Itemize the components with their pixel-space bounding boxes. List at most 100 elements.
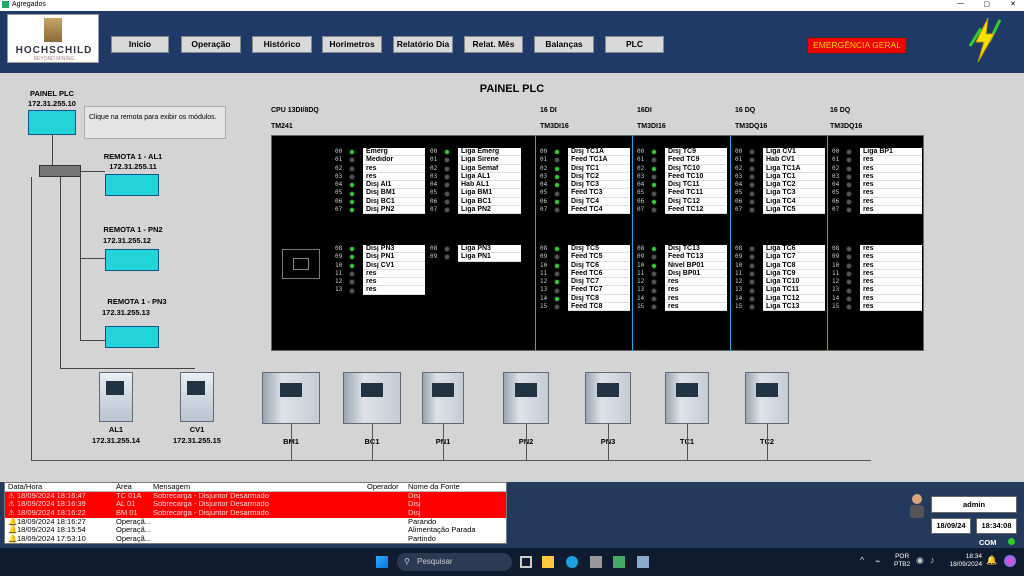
- io-status-led: [846, 198, 852, 205]
- app-icon: [2, 1, 9, 8]
- io-channel-number: 05: [335, 189, 343, 197]
- io-tag: Disj TC1A: [568, 148, 630, 157]
- io-tag: Disj PN3: [363, 245, 425, 254]
- store-icon[interactable]: [590, 556, 602, 568]
- drive-bc1[interactable]: [343, 372, 401, 424]
- io-channel-number: 02: [335, 164, 343, 172]
- io-status-led: [444, 174, 450, 181]
- io-channel-number: 10: [540, 261, 548, 269]
- alarm-table[interactable]: Data/Hora Área Mensagem Operador Nome da…: [4, 482, 507, 544]
- io-channel-number: 08: [335, 245, 343, 252]
- io-tag: res: [860, 253, 922, 262]
- scada-app-icon[interactable]: [637, 556, 649, 568]
- io-status-led: [846, 207, 852, 214]
- page-title: PAINEL PLC: [479, 83, 545, 95]
- search-box[interactable]: ⚲ Pesquisar: [397, 553, 512, 571]
- io-channel-number: 12: [540, 278, 548, 286]
- io-channel-number: 13: [335, 286, 343, 294]
- alarm-row[interactable]: 🔔 18/09/2024 17:53:10 Operaçã... Partindo: [5, 534, 506, 543]
- io-tag-list: Disj PN3 Disj PN1 Disj CV1 res res res: [363, 245, 425, 295]
- io-channel-number: 00: [832, 148, 840, 155]
- plc-module[interactable]: [28, 110, 76, 135]
- io-channel-number: 10: [335, 261, 343, 269]
- io-status-led: [349, 190, 355, 197]
- drive-al1[interactable]: [99, 372, 133, 422]
- nav-relat-mes-button[interactable]: Relat. Mês: [464, 36, 523, 53]
- io-tag: Liga TC1: [763, 173, 825, 182]
- link-line: [31, 177, 32, 460]
- io-status-led: [846, 279, 852, 286]
- drive-tc2[interactable]: [745, 372, 789, 424]
- io-channel-number: 00: [540, 148, 548, 155]
- remota1-module[interactable]: [105, 174, 159, 196]
- nav-relatorio-dia-button[interactable]: Relatório Dia: [393, 36, 453, 53]
- volume-icon[interactable]: ♪: [930, 555, 935, 565]
- io-status-led: [554, 246, 560, 253]
- drive-tc1[interactable]: [665, 372, 709, 424]
- io-channel-numbers: 00 01 02 03 04 05 06 07: [735, 148, 742, 214]
- io-channel-number: 11: [335, 269, 343, 277]
- drive-bm1[interactable]: [262, 372, 320, 424]
- emergency-button[interactable]: EMERGÊNCIA GERAL: [807, 37, 907, 54]
- io-tag: res: [363, 270, 425, 279]
- io-tag: Feed TC12: [665, 206, 727, 215]
- task-view-icon[interactable]: [520, 556, 532, 568]
- io-tag: res: [860, 262, 922, 270]
- drive-pn1[interactable]: [422, 372, 464, 424]
- file-explorer-icon[interactable]: [542, 556, 554, 568]
- nav-plc-button[interactable]: PLC: [605, 36, 664, 53]
- link-line: [80, 171, 81, 341]
- nav-balancas-button[interactable]: Balanças: [534, 36, 594, 53]
- io-tag: Liga TC4: [763, 198, 825, 207]
- io-channel-number: 14: [637, 294, 645, 302]
- wifi-icon[interactable]: ◉: [916, 555, 924, 566]
- link-line: [52, 135, 53, 165]
- notification-bell-icon[interactable]: 🔔: [986, 555, 997, 566]
- io-channel-numbers: 08 09 10 11 12 13 14 15: [735, 245, 742, 311]
- maximize-icon[interactable]: ▢: [983, 0, 990, 8]
- network-switch: [39, 165, 81, 177]
- nav-inicio-button[interactable]: Inicio: [111, 36, 169, 53]
- drive-pn3[interactable]: [585, 372, 631, 424]
- io-status-led: [554, 262, 560, 269]
- minimize-icon[interactable]: —: [957, 0, 964, 7]
- remota2-module[interactable]: [105, 249, 159, 271]
- close-icon[interactable]: ✕: [1010, 0, 1016, 8]
- edge-icon[interactable]: [566, 556, 578, 568]
- drive-pn2[interactable]: [503, 372, 549, 424]
- link-line: [60, 177, 61, 369]
- com-status-led: [1008, 538, 1015, 545]
- drive-cv1[interactable]: [180, 372, 214, 422]
- io-status-led: [444, 157, 450, 164]
- io-status-led: [651, 165, 657, 172]
- language-indicator[interactable]: POR PTB2: [894, 553, 910, 569]
- io-channel-number: 03: [735, 172, 743, 180]
- network-icon[interactable]: ⌁: [875, 556, 880, 567]
- io-tag: Disj TC13: [665, 245, 727, 254]
- io-channel-number: 13: [832, 286, 840, 294]
- nav-operacao-button[interactable]: Operação: [181, 36, 241, 53]
- remota1-label: REMOTA 1 - AL1: [103, 152, 163, 161]
- io-tag: res: [860, 286, 922, 295]
- io-status-led: [349, 157, 355, 164]
- io-tag: Disj TC4: [568, 198, 630, 207]
- copilot-icon[interactable]: [1004, 555, 1016, 567]
- io-tag: Disj CV1: [363, 262, 425, 270]
- nav-horimetros-button[interactable]: Horimetros: [322, 36, 382, 53]
- nav-historico-button[interactable]: Histórico: [252, 36, 312, 53]
- io-status-led: [651, 246, 657, 253]
- io-channel-number: 15: [540, 303, 548, 311]
- start-icon[interactable]: [376, 556, 388, 568]
- io-status-led: [651, 271, 657, 278]
- remota2-ip: 172.31.255.12: [103, 236, 151, 245]
- io-channel-numbers: 08 09 10 11 12 13 14 15: [832, 245, 839, 311]
- app-icon[interactable]: [613, 556, 625, 568]
- taskbar-clock[interactable]: 18:34 18/09/2024: [946, 553, 982, 569]
- io-channel-number: 15: [735, 303, 743, 311]
- remota3-module[interactable]: [105, 326, 159, 348]
- io-channel-numbers: 00 01 02 03 04 05 06 07: [335, 148, 342, 214]
- tray-chevron-icon[interactable]: ^: [860, 555, 864, 565]
- io-channel-number: 07: [335, 206, 343, 214]
- io-tag: Hab AL1: [458, 181, 521, 190]
- io-tag: res: [860, 181, 922, 190]
